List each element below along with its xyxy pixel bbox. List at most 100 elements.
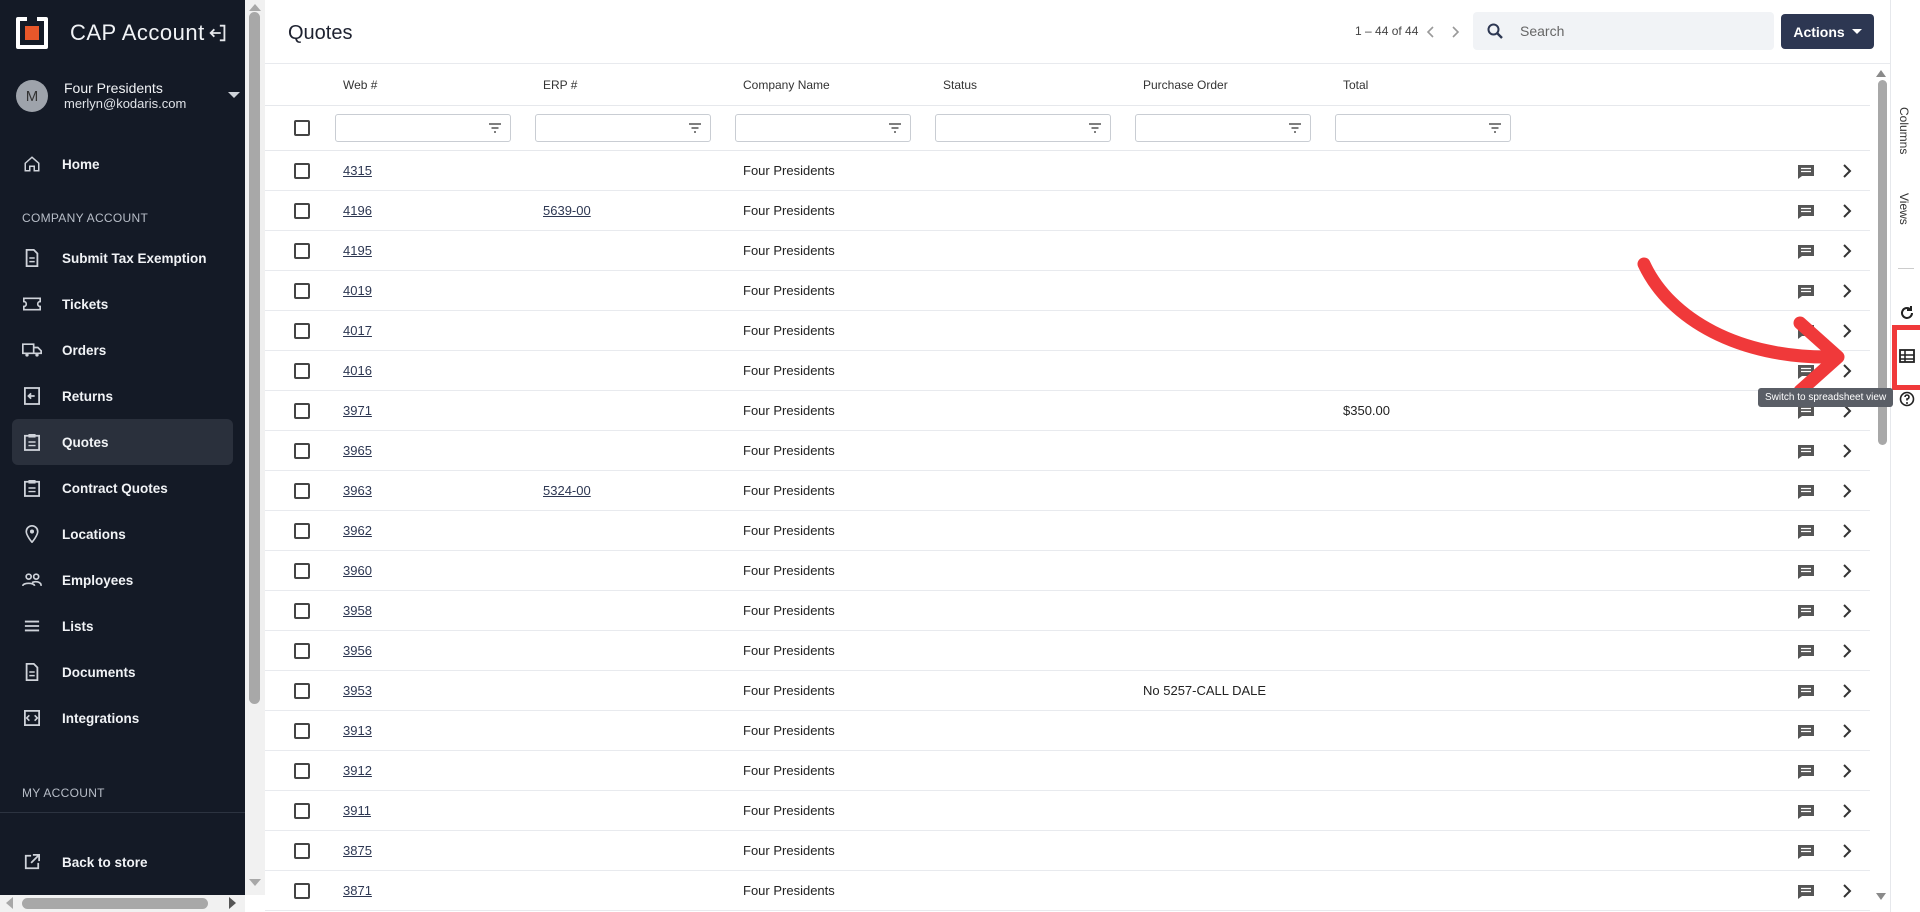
sidebar-item-home[interactable]: Home: [12, 141, 233, 187]
column-header-erp[interactable]: ERP #: [543, 78, 577, 92]
cell-web[interactable]: 4019: [343, 283, 372, 298]
row-checkbox[interactable]: [294, 403, 310, 419]
row-checkbox[interactable]: [294, 763, 310, 779]
comment-icon[interactable]: [1797, 684, 1815, 700]
row-checkbox[interactable]: [294, 243, 310, 259]
brand[interactable]: CAP Account: [16, 15, 205, 51]
filter-input-po[interactable]: [1135, 114, 1311, 142]
row-checkbox[interactable]: [294, 523, 310, 539]
comment-icon[interactable]: [1797, 444, 1815, 460]
filter-input-total[interactable]: [1335, 114, 1511, 142]
sidebar-item-documents[interactable]: Documents: [12, 649, 233, 695]
table-row[interactable]: 3953 Four Presidents No 5257-CALL DALE: [265, 671, 1870, 711]
cell-web[interactable]: 4315: [343, 163, 372, 178]
table-scroll-up-icon[interactable]: [1876, 70, 1886, 77]
cell-web[interactable]: 3875: [343, 843, 372, 858]
chevron-right-icon[interactable]: [1841, 523, 1853, 539]
cell-web[interactable]: 4196: [343, 203, 372, 218]
row-checkbox[interactable]: [294, 803, 310, 819]
table-row[interactable]: 3875 Four Presidents: [265, 831, 1870, 871]
table-row[interactable]: 3956 Four Presidents: [265, 631, 1870, 671]
table-row[interactable]: 3960 Four Presidents: [265, 551, 1870, 591]
scroll-right-arrow-icon[interactable]: [229, 897, 236, 909]
filter-icon[interactable]: [888, 122, 902, 134]
scroll-left-arrow-icon[interactable]: [6, 897, 13, 909]
column-header-status[interactable]: Status: [943, 78, 977, 92]
cell-web[interactable]: 3956: [343, 643, 372, 658]
chevron-right-icon[interactable]: [1841, 603, 1853, 619]
cell-web[interactable]: 4016: [343, 363, 372, 378]
refresh-icon[interactable]: [1899, 305, 1915, 321]
comment-icon[interactable]: [1797, 484, 1815, 500]
filter-icon[interactable]: [1088, 122, 1102, 134]
table-row[interactable]: 3871 Four Presidents: [265, 871, 1870, 911]
filter-input-web[interactable]: [335, 114, 511, 142]
filter-icon[interactable]: [1288, 122, 1302, 134]
sidebar-item-orders[interactable]: Orders: [12, 327, 233, 373]
comment-icon[interactable]: [1797, 764, 1815, 780]
comment-icon[interactable]: [1797, 564, 1815, 580]
table-scroll-down-icon[interactable]: [1876, 893, 1886, 900]
chevron-left-icon[interactable]: [1423, 24, 1439, 40]
row-checkbox[interactable]: [294, 563, 310, 579]
cell-web[interactable]: 3965: [343, 443, 372, 458]
comment-icon[interactable]: [1797, 604, 1815, 620]
cell-web[interactable]: 3958: [343, 603, 372, 618]
sidebar-hscroll-thumb[interactable]: [22, 898, 208, 909]
chevron-right-icon[interactable]: [1841, 683, 1853, 699]
column-header-company[interactable]: Company Name: [743, 78, 830, 92]
table-row[interactable]: 3965 Four Presidents: [265, 431, 1870, 471]
row-checkbox[interactable]: [294, 683, 310, 699]
comment-icon[interactable]: [1797, 884, 1815, 900]
row-checkbox[interactable]: [294, 443, 310, 459]
table-row[interactable]: 3963 5324-00 Four Presidents: [265, 471, 1870, 511]
cell-web[interactable]: 3971: [343, 403, 372, 418]
table-row[interactable]: 4315 Four Presidents: [265, 151, 1870, 191]
cell-web[interactable]: 4017: [343, 323, 372, 338]
comment-icon[interactable]: [1797, 204, 1815, 220]
chevron-right-icon[interactable]: [1841, 483, 1853, 499]
chevron-right-icon[interactable]: [1841, 843, 1853, 859]
sidebar-item-tickets[interactable]: Tickets: [12, 281, 233, 327]
columns-tab[interactable]: Columns: [1897, 107, 1911, 154]
scroll-up-arrow-icon[interactable]: [249, 4, 261, 11]
select-all-checkbox[interactable]: [294, 120, 310, 136]
cell-web[interactable]: 3911: [343, 803, 371, 818]
comment-icon[interactable]: [1797, 804, 1815, 820]
chevron-right-icon[interactable]: [1447, 24, 1463, 40]
row-checkbox[interactable]: [294, 363, 310, 379]
cell-web[interactable]: 3953: [343, 683, 372, 698]
filter-icon[interactable]: [488, 122, 502, 134]
cell-web[interactable]: 3913: [343, 723, 372, 738]
row-checkbox[interactable]: [294, 843, 310, 859]
table-row[interactable]: 3911 Four Presidents: [265, 791, 1870, 831]
column-header-web[interactable]: Web #: [343, 78, 377, 92]
table-row[interactable]: 3912 Four Presidents: [265, 751, 1870, 791]
chevron-right-icon[interactable]: [1841, 203, 1853, 219]
logout-icon[interactable]: [207, 22, 229, 44]
chevron-right-icon[interactable]: [1841, 763, 1853, 779]
sidebar-item-locations[interactable]: Locations: [12, 511, 233, 557]
row-checkbox[interactable]: [294, 163, 310, 179]
cell-erp[interactable]: 5324-00: [543, 483, 591, 498]
filter-input-erp[interactable]: [535, 114, 711, 142]
chevron-right-icon[interactable]: [1841, 163, 1853, 179]
views-tab[interactable]: Views: [1897, 193, 1911, 225]
filter-input-company[interactable]: [735, 114, 911, 142]
sidebar-item-employees[interactable]: Employees: [12, 557, 233, 603]
chevron-right-icon[interactable]: [1841, 643, 1853, 659]
sidebar-item-lists[interactable]: Lists: [12, 603, 233, 649]
row-checkbox[interactable]: [294, 283, 310, 299]
row-checkbox[interactable]: [294, 723, 310, 739]
table-row[interactable]: 3913 Four Presidents: [265, 711, 1870, 751]
cell-web[interactable]: 3871: [343, 883, 372, 898]
sidebar-item-returns[interactable]: Returns: [12, 373, 233, 419]
chevron-right-icon[interactable]: [1841, 723, 1853, 739]
chevron-right-icon[interactable]: [1841, 563, 1853, 579]
filter-input-status[interactable]: [935, 114, 1111, 142]
chevron-right-icon[interactable]: [1841, 443, 1853, 459]
comment-icon[interactable]: [1797, 644, 1815, 660]
search-box[interactable]: [1473, 12, 1774, 50]
cell-web[interactable]: 4195: [343, 243, 372, 258]
chevron-right-icon[interactable]: [1841, 883, 1853, 899]
